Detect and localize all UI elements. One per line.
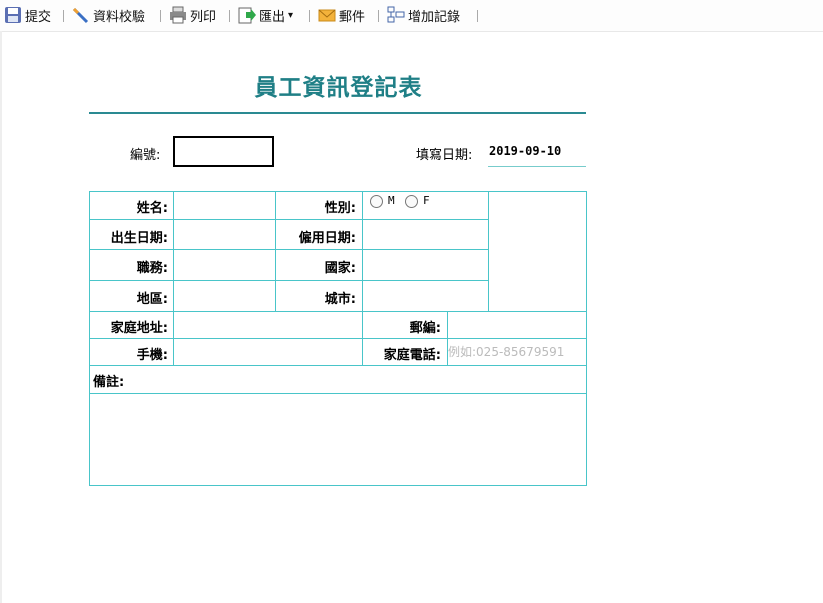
region-label: 地區: [136, 292, 168, 307]
gender-option-f: F [423, 194, 430, 207]
region-field[interactable] [174, 281, 275, 311]
photo-area[interactable] [489, 192, 586, 311]
hire-date-label: 僱用日期: [298, 231, 356, 246]
form-title: 員工資訊登記表 [254, 74, 423, 101]
mail-label: 郵件 [339, 9, 366, 25]
validate-label: 資料校驗 [93, 9, 146, 25]
address-label: 家庭地址: [110, 321, 168, 336]
remark-field[interactable] [90, 394, 586, 485]
fill-date-label: 填寫日期: [416, 148, 473, 163]
submit-label: 提交 [25, 9, 52, 25]
zip-label: 郵編: [409, 321, 441, 336]
country-label: 國家: [324, 261, 356, 276]
printer-icon [169, 6, 187, 24]
add-record-label: 增加記錄 [408, 9, 461, 25]
gender-radio-m[interactable] [370, 195, 383, 208]
title-underline [89, 112, 586, 114]
print-label: 列印 [190, 9, 217, 25]
export-label: 匯出 [259, 9, 286, 25]
mobile-field[interactable] [174, 339, 362, 365]
print-button[interactable]: 列印 [169, 5, 216, 25]
export-button[interactable]: 匯出 ▾ [238, 5, 293, 25]
country-field[interactable] [363, 250, 488, 280]
name-field[interactable] [174, 192, 275, 219]
submit-button[interactable]: 提交 [4, 5, 51, 25]
remark-label: 備註: [93, 375, 125, 390]
save-icon [4, 6, 22, 24]
mail-button[interactable]: 郵件 [318, 5, 365, 25]
birth-date-label: 出生日期: [110, 231, 168, 246]
birth-date-field[interactable] [174, 220, 275, 249]
fill-date-underline [488, 166, 586, 167]
gender-label: 性別: [324, 201, 356, 216]
number-label: 編號: [130, 148, 161, 163]
toolbar-separator [378, 10, 379, 22]
toolbar-separator [477, 10, 478, 22]
toolbar-separator [309, 10, 310, 22]
city-label: 城市: [324, 292, 356, 307]
zip-field[interactable] [448, 312, 586, 338]
number-input[interactable] [173, 136, 274, 167]
city-field[interactable] [363, 281, 488, 311]
home-phone-label: 家庭電話: [383, 348, 441, 363]
gender-radio-f[interactable] [405, 195, 418, 208]
name-label: 姓名: [136, 201, 168, 216]
fill-date-value[interactable]: 2019-09-10 [489, 144, 561, 158]
address-field[interactable] [174, 312, 362, 338]
home-phone-field[interactable]: 例如:025-85679591 [448, 343, 564, 360]
dropdown-arrow-icon: ▾ [288, 9, 294, 21]
gender-option-m: M [388, 194, 395, 207]
toolbar: 提交 資料校驗 列印 匯出 ▾ 郵件 增加記錄 [0, 0, 823, 32]
toolbar-separator [160, 10, 161, 22]
left-border [0, 31, 2, 603]
position-field[interactable] [174, 250, 275, 280]
add-record-button[interactable]: 增加記錄 [387, 5, 460, 25]
validate-icon [72, 6, 90, 24]
toolbar-separator [229, 10, 230, 22]
position-label: 職務: [136, 261, 168, 276]
hire-date-field[interactable] [363, 220, 488, 249]
validate-button[interactable]: 資料校驗 [72, 5, 145, 25]
mobile-label: 手機: [136, 348, 168, 363]
toolbar-separator [63, 10, 64, 22]
export-icon [238, 6, 256, 24]
add-record-icon [387, 6, 405, 24]
envelope-icon [318, 6, 336, 24]
